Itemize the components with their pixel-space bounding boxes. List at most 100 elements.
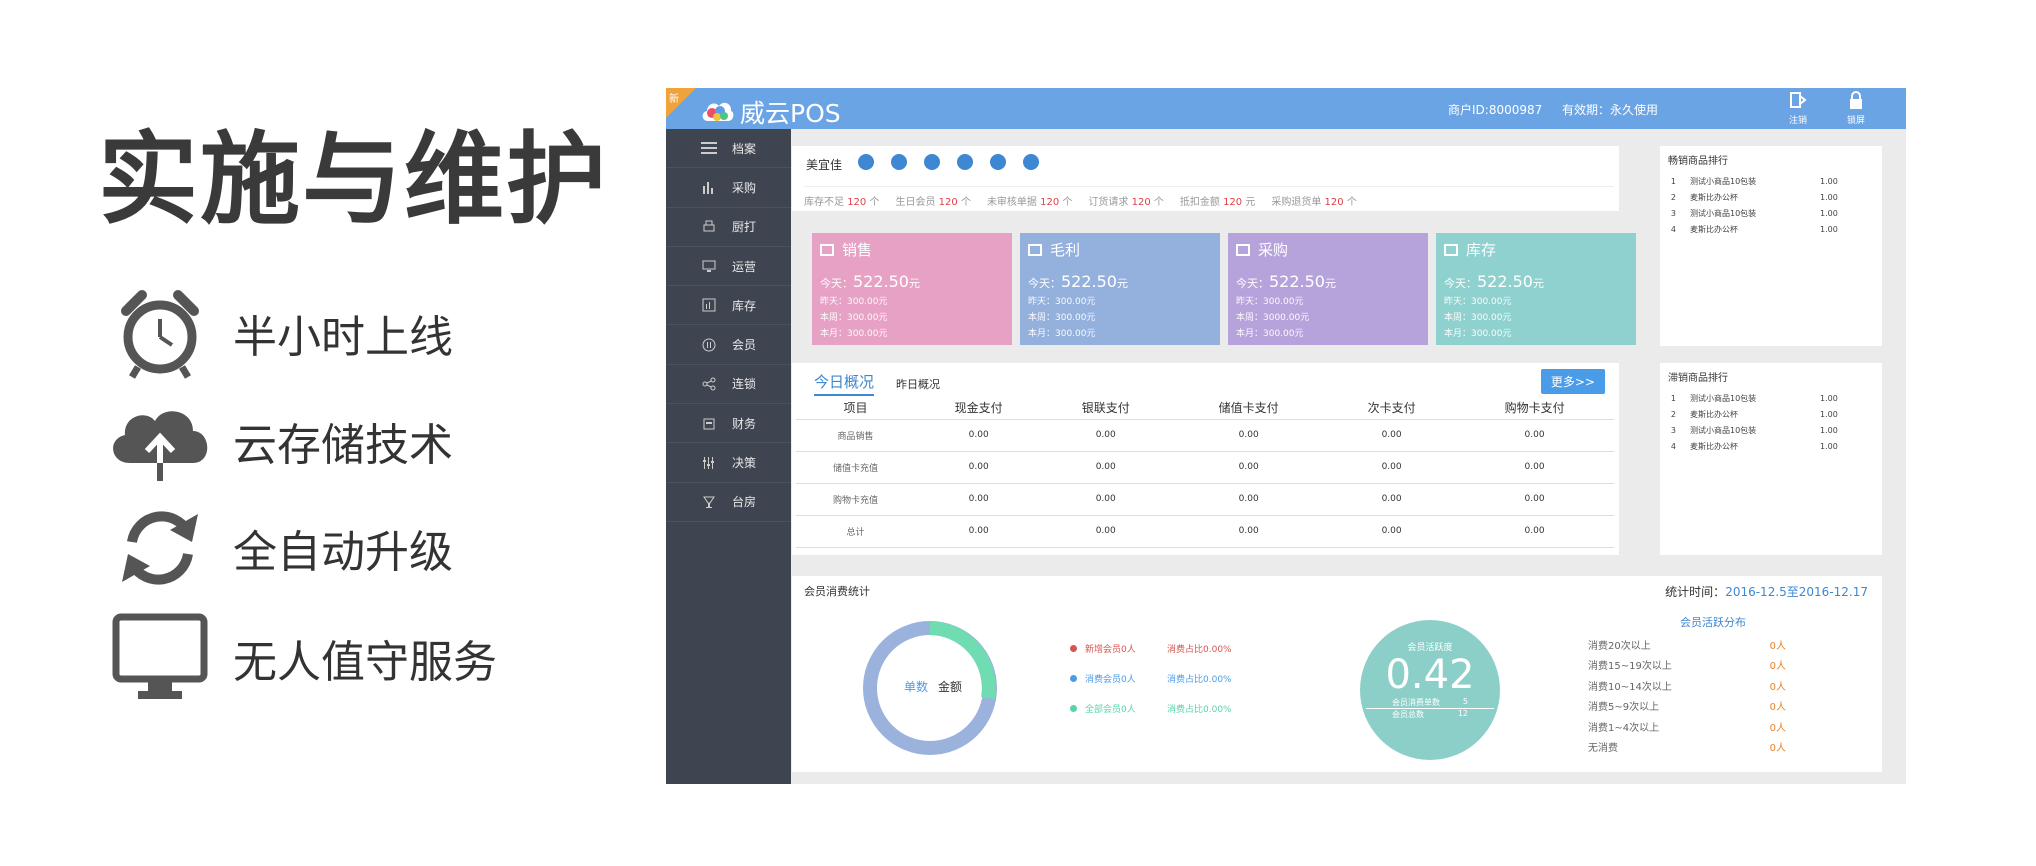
- search-icon[interactable]: [1023, 154, 1039, 170]
- feature-item: 半小时上线: [105, 285, 453, 380]
- sidebar-item-label: 档案: [732, 141, 757, 156]
- card-yesterday: 昨天：300.00元: [1236, 297, 1304, 307]
- member-stats-panel: 会员消费统计 统计时间：2016-12.5至2016-12.17 单数 金额 新…: [792, 576, 1882, 772]
- legend-item: 消费会员0人 消费占比0.00%: [1070, 672, 1232, 685]
- donut-left-label: 单数: [904, 679, 928, 694]
- merchant-id: 商户ID:8000987: [1448, 103, 1543, 117]
- legend-item: 新增会员0人 消费占比0.00%: [1070, 642, 1232, 655]
- tab-yesterday[interactable]: 昨日概况: [896, 376, 940, 392]
- sidebar-item-operations[interactable]: 运营: [666, 247, 791, 287]
- monitor-icon: [105, 610, 215, 705]
- card-week: 本周：300.00元: [1444, 313, 1512, 323]
- promo-heading: 实施与维护: [98, 121, 608, 238]
- more-button[interactable]: 更多>>: [1540, 369, 1605, 394]
- table-row: 储值卡充值 0.00 0.00 0.00 0.00 0.00: [796, 451, 1614, 484]
- mail-icon[interactable]: [957, 154, 973, 170]
- panel-title: 会员消费统计: [804, 585, 870, 598]
- quick-actions: [858, 154, 1056, 170]
- lock-label: 锁屏: [1846, 116, 1865, 126]
- chat-icon[interactable]: [924, 154, 940, 170]
- stat-item[interactable]: 采购退货单 120 个: [1271, 193, 1356, 208]
- stat-item[interactable]: 订货请求 120 个: [1088, 193, 1163, 208]
- feature-label: 半小时上线: [233, 311, 453, 363]
- list-item[interactable]: 3 测试小商品10包装 1.00: [1660, 205, 1882, 221]
- stat-item[interactable]: 库存不足 120 个: [804, 193, 879, 208]
- table-row: 总计 0.00 0.00 0.00 0.00 0.00: [796, 515, 1614, 548]
- tab-today[interactable]: 今日概况: [814, 371, 875, 396]
- sliders-icon: [694, 456, 724, 470]
- list-item[interactable]: 4 麦斯比办公杯 1.00: [1660, 438, 1882, 454]
- list-item[interactable]: 1 测试小商品10包装 1.00: [1660, 390, 1882, 406]
- card-yesterday: 昨天：300.00元: [820, 297, 888, 307]
- card-week: 本周：300.00元: [1028, 313, 1096, 323]
- sidebar-item-chain[interactable]: 连锁: [666, 365, 791, 405]
- table-header-row: 项目 现金支付 银联支付 储值卡支付 次卡支付 购物卡支付: [796, 397, 1614, 420]
- card-month: 本月：300.00元: [1444, 329, 1512, 339]
- stat-period: 统计时间：2016-12.5至2016-12.17: [1665, 585, 1868, 599]
- activity-value: 0.42: [1385, 652, 1475, 698]
- lock-button[interactable]: 锁屏: [1836, 90, 1876, 126]
- card-title: 销售: [842, 241, 873, 259]
- panel-subtitle: 会员活跃分布: [1680, 616, 1746, 629]
- feature-item: 无人值守服务: [105, 610, 497, 705]
- list-item[interactable]: 2 麦斯比办公杯 1.00: [1660, 189, 1882, 205]
- card-title: 库存: [1466, 241, 1497, 259]
- share-icon: [694, 377, 724, 391]
- inventory-card[interactable]: 库存 今天：522.50元 昨天：300.00元 本周：300.00元 本月：3…: [1436, 233, 1636, 345]
- feature-item: 全自动升级: [105, 500, 453, 595]
- profit-card[interactable]: 毛利 今天：522.50元 昨天：300.00元 本周：300.00元 本月：3…: [1020, 233, 1220, 345]
- stat-item[interactable]: 抵扣金额 120 元: [1180, 193, 1255, 208]
- column-header: 储值卡支付: [1169, 397, 1329, 420]
- card-today-value: 522.50: [1061, 272, 1117, 291]
- list-item: 消费1~4次以上 0人: [1588, 722, 1786, 734]
- column-header: 次卡支付: [1328, 397, 1456, 420]
- sidebar-item-purchase[interactable]: 采购: [666, 168, 791, 208]
- profit-icon: [1028, 243, 1042, 256]
- sidebar-item-archive[interactable]: 档案: [666, 129, 791, 169]
- sidebar-item-inventory[interactable]: 库存: [666, 286, 791, 326]
- sidebar-item-member[interactable]: 会员: [666, 325, 791, 365]
- sidebar-item-decision[interactable]: 决策: [666, 443, 791, 483]
- card-today-value: 522.50: [1477, 272, 1533, 291]
- sidebar-item-label: 运营: [732, 259, 757, 274]
- card-month: 本月：300.00元: [1236, 329, 1304, 339]
- card-week: 本周：3000.00元: [1236, 313, 1310, 323]
- app-logo[interactable]: 威云POS: [700, 94, 841, 130]
- list-item: 消费5~9次以上 0人: [1588, 702, 1786, 714]
- shop-name: 美宜佳: [806, 158, 843, 172]
- sidebar-item-kitchen-print[interactable]: 厨打: [666, 208, 791, 247]
- table-row: 商品销售 0.00 0.00 0.00 0.00 0.00: [796, 419, 1614, 452]
- sidebar-item-label: 台房: [732, 495, 757, 510]
- list-item[interactable]: 3 测试小商品10包装 1.00: [1660, 422, 1882, 438]
- overview-panel: 今日概况 昨日概况 更多>> 项目 现金支付 银联支付 储值卡支付 次卡支付 购…: [792, 363, 1619, 555]
- list-item[interactable]: 2 麦斯比办公杯 1.00: [1660, 406, 1882, 422]
- card-today-value: 522.50: [853, 272, 909, 291]
- sidebar-item-table-room[interactable]: 台房: [666, 483, 791, 522]
- sidebar-item-label: 会员: [732, 338, 757, 353]
- stat-item[interactable]: 生日会员 120 个: [895, 193, 970, 208]
- sidebar-item-label: 库存: [732, 298, 757, 313]
- check-icon[interactable]: [990, 154, 1006, 170]
- card-yesterday: 昨天：300.00元: [1444, 297, 1512, 307]
- lock-icon: [1850, 91, 1862, 109]
- top-bar: 新 威云POS 商户ID:8000987 有效期：永久使用 注销 锁屏: [666, 88, 1906, 129]
- stat-item[interactable]: 未审核单据 120 个: [987, 193, 1072, 208]
- hot-ranking-panel: 畅销商品排行 1 测试小商品10包装 1.00 2 麦斯比办公杯 1.00 3 测试小商品…: [1660, 146, 1882, 346]
- pie-icon[interactable]: [858, 154, 874, 170]
- purchase-card[interactable]: 采购 今天：522.50元 昨天：300.00元 本周：3000.00元 本月：…: [1228, 233, 1428, 345]
- new-badge-label: 新: [669, 94, 679, 105]
- sidebar-item-finance[interactable]: 财务: [666, 404, 791, 444]
- card-week: 本周：300.00元: [820, 313, 888, 323]
- column-header: 银联支付: [1042, 397, 1170, 420]
- column-header: 项目: [796, 397, 916, 420]
- slow-ranking-panel: 滞销商品排行 1 测试小商品10包装 1.00 2 麦斯比办公杯 1.00 3 测试小商品…: [1660, 363, 1882, 555]
- chart-icon: [820, 243, 834, 256]
- list-item[interactable]: 4 麦斯比办公杯 1.00: [1660, 221, 1882, 237]
- logout-button[interactable]: 注销: [1778, 90, 1818, 126]
- feature-label: 云存储技术: [233, 419, 453, 471]
- sales-card[interactable]: 销售 今天：522.50元 昨天：300.00元 本周：300.00元 本月：3…: [812, 233, 1012, 345]
- cloud-logo-icon: [702, 102, 734, 121]
- table-row: 购物卡充值 0.00 0.00 0.00 0.00 0.00: [796, 483, 1614, 516]
- store-icon[interactable]: [891, 154, 907, 170]
- list-item[interactable]: 1 测试小商品10包装 1.00: [1660, 173, 1882, 189]
